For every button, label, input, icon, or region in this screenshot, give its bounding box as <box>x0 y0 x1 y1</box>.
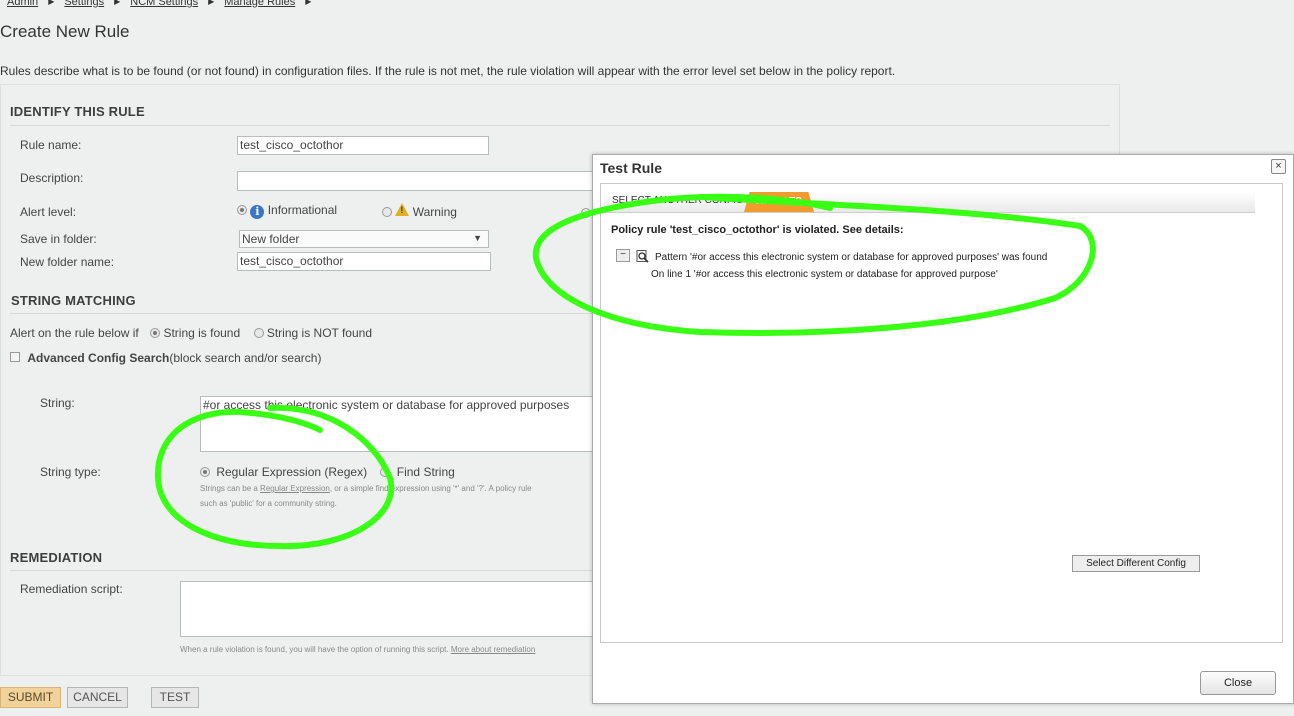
breadcrumb-ncm-settings[interactable]: NCM Settings <box>130 0 198 8</box>
dropdown-arrow-icon: ▼ <box>473 233 482 243</box>
string-label: String: <box>40 396 75 410</box>
dialog-title: Test Rule <box>600 160 662 176</box>
chevron-right-icon: ▶ <box>114 0 121 6</box>
breadcrumb-manage-rules[interactable]: Manage Rules <box>224 0 295 8</box>
hint-text: When a rule violation is found, you will… <box>180 645 451 654</box>
string-found-label[interactable]: String is found <box>163 326 240 340</box>
advanced-search-label: Advanced Config Search <box>27 351 170 365</box>
radio-regex[interactable] <box>200 467 210 477</box>
dialog-content: SELECT ANOTHER CONFIG RESULTS Policy rul… <box>600 183 1283 643</box>
regex-help-link[interactable]: Regular Expression <box>260 484 330 493</box>
alert-informational-label: Informational <box>267 203 338 217</box>
advanced-search-checkbox[interactable] <box>10 352 20 362</box>
advanced-search-suffix: (block search and/or search) <box>169 351 322 365</box>
magnifier-document-icon <box>636 250 649 263</box>
chevron-right-icon: ▶ <box>48 0 55 6</box>
string-type-options: Regular Expression (Regex) Find String <box>200 465 455 479</box>
breadcrumb-settings[interactable]: Settings <box>64 0 104 8</box>
close-icon[interactable]: × <box>1271 159 1286 174</box>
breadcrumb: Admin ▶ Settings ▶ NCM Settings ▶ Manage Rules… <box>7 0 321 8</box>
alert-if-label: Alert on the rule below if <box>10 326 139 340</box>
new-folder-label: New folder name: <box>20 255 115 269</box>
info-icon: i <box>250 205 265 219</box>
radio-warning[interactable] <box>382 207 392 217</box>
close-button[interactable]: Close <box>1200 671 1276 695</box>
radio-find-string[interactable] <box>380 467 391 477</box>
remediation-script-label: Remediation script: <box>20 582 123 596</box>
advanced-search-row[interactable]: Advanced Config Search(block search and/… <box>10 351 321 365</box>
alert-if-row: Alert on the rule below if String is fou… <box>10 326 372 340</box>
divider <box>10 570 600 571</box>
remediation-hint: When a rule violation is found, you will… <box>180 645 535 654</box>
select-different-config-button[interactable]: Select Different Config <box>1072 555 1200 572</box>
radio-string-found[interactable] <box>150 328 161 338</box>
violation-message: Policy rule 'test_cisco_octothor' is vio… <box>611 224 904 236</box>
rule-name-input[interactable]: test_cisco_octothor <box>237 136 489 155</box>
warning-icon <box>395 203 410 216</box>
alert-warning-option[interactable]: Warning <box>382 203 457 219</box>
remediation-help-link[interactable]: More about remediation <box>451 645 536 654</box>
hint-text: , or a simple find expression using '*' … <box>329 484 532 493</box>
line-detail: On line 1 '#or access this electronic sy… <box>651 269 998 280</box>
description-input[interactable] <box>237 171 607 191</box>
string-not-found-label[interactable]: String is NOT found <box>267 326 372 340</box>
breadcrumb-admin[interactable]: Admin <box>7 0 38 8</box>
hint-text: Strings can be a <box>200 484 261 493</box>
divider <box>10 313 600 314</box>
radio-string-not-found[interactable] <box>253 328 264 338</box>
tab-results[interactable]: RESULTS <box>744 192 814 212</box>
string-textarea[interactable]: #or access this electronic system or dat… <box>200 396 600 452</box>
string-type-hint-2: such as 'public' for a community string. <box>200 499 337 508</box>
submit-button[interactable]: SUBMIT <box>0 687 61 708</box>
alert-level-label: Alert level: <box>20 205 77 219</box>
string-type-hint: Strings can be a Regular Expression, or … <box>200 484 532 493</box>
rule-name-label: Rule name: <box>20 138 82 152</box>
page-title: Create New Rule <box>0 22 130 41</box>
radio-critical[interactable] <box>581 208 591 218</box>
radio-informational[interactable] <box>237 205 247 215</box>
remediation-script-textarea[interactable] <box>180 581 600 637</box>
string-matching-heading: STRING MATCHING <box>11 293 136 308</box>
test-rule-dialog: Test Rule × SELECT ANOTHER CONFIG RESULT… <box>592 154 1294 704</box>
string-type-label: String type: <box>40 465 101 479</box>
save-folder-label: Save in folder: <box>20 232 97 246</box>
divider <box>10 125 1110 126</box>
alert-warning-label: Warning <box>412 205 457 219</box>
dialog-tabs: SELECT ANOTHER CONFIG RESULTS <box>604 192 1255 213</box>
find-string-label[interactable]: Find String <box>397 465 455 479</box>
save-folder-value: New folder <box>242 232 300 246</box>
pattern-found-line: Pattern '#or access this electronic syst… <box>655 252 1048 263</box>
remediation-heading: REMEDIATION <box>10 550 103 565</box>
tab-select-config[interactable]: SELECT ANOTHER CONFIG <box>612 195 744 206</box>
identify-heading: IDENTIFY THIS RULE <box>10 104 145 119</box>
test-button[interactable]: TEST <box>151 687 199 708</box>
collapse-toggle[interactable]: − <box>616 249 630 262</box>
save-folder-select[interactable]: New folder ▼ <box>239 230 489 248</box>
chevron-right-icon: ▶ <box>305 0 312 6</box>
alert-informational-option[interactable]: i Informational <box>237 203 337 219</box>
cancel-button[interactable]: CANCEL <box>67 687 128 708</box>
chevron-right-icon: ▶ <box>208 0 215 6</box>
regex-label[interactable]: Regular Expression (Regex) <box>216 465 367 479</box>
intro-text: Rules describe what is to be found (or n… <box>0 64 896 78</box>
description-label: Description: <box>20 171 84 185</box>
new-folder-input[interactable]: test_cisco_octothor <box>237 252 491 271</box>
